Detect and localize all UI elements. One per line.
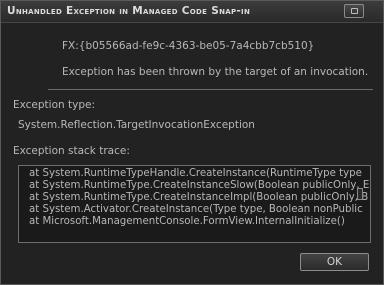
close-button[interactable]	[344, 4, 364, 18]
ok-button[interactable]: OK	[300, 253, 369, 271]
stack-trace-label: Exception stack trace:	[13, 145, 130, 157]
stack-trace-lines: at System.RuntimeTypeHandle.CreateInstan…	[29, 168, 369, 228]
error-dialog: Unhandled Exception in Managed Code Snap…	[0, 0, 384, 285]
dialog-title: Unhandled Exception in Managed Code Snap…	[7, 5, 251, 17]
stack-trace-line: at System.RuntimeType.CreateInstanceSlow…	[29, 180, 370, 191]
close-icon	[351, 8, 358, 14]
title-bar[interactable]: Unhandled Exception in Managed Code Snap…	[1, 1, 383, 23]
stack-trace-line: at System.Activator.CreateInstance(Type …	[29, 204, 363, 215]
exception-message: Exception has been thrown by the target …	[62, 66, 369, 78]
stack-trace-line: at System.RuntimeType.CreateInstanceImpl…	[29, 192, 369, 203]
exception-type-value: System.Reflection.TargetInvocationExcept…	[18, 119, 255, 131]
stack-trace-line: at System.RuntimeTypeHandle.CreateInstan…	[29, 168, 362, 179]
stack-trace-line: at Microsoft.ManagementConsole.FormView.…	[29, 216, 345, 227]
scrollbar-thumb[interactable]	[357, 188, 363, 200]
stack-trace-box[interactable]: at System.RuntimeTypeHandle.CreateInstan…	[18, 165, 371, 243]
exception-guid: FX:{b05566ad-fe9c-4363-be05-7a4cbb7cb510…	[62, 40, 315, 52]
separator	[48, 89, 373, 90]
exception-type-label: Exception type:	[13, 99, 96, 111]
